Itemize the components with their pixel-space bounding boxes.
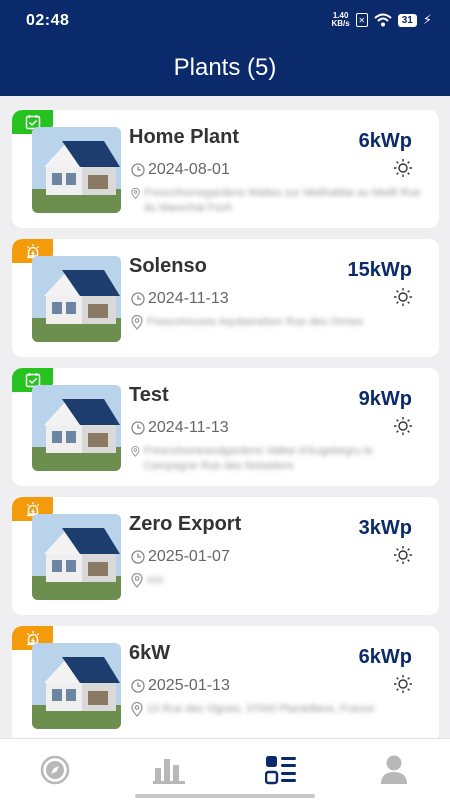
- plant-capacity: 6kWp: [358, 130, 412, 152]
- location-pin-icon: [131, 315, 143, 330]
- plant-list[interactable]: Home Plant 2024-08-01 Frescohomegardens …: [0, 96, 450, 738]
- plant-card[interactable]: Home Plant 2024-08-01 Frescohomegardens …: [12, 110, 439, 228]
- status-icons: 1.40 KB/s ✕ 31 ⚡: [332, 12, 433, 28]
- plant-address: xxx: [147, 574, 164, 586]
- wifi-icon: [374, 13, 392, 27]
- plant-capacity: 6kWp: [358, 646, 412, 668]
- page-title: Plants (5): [173, 54, 277, 81]
- plant-card[interactable]: Solenso 2024-11-13 Frescohouses Aquitain…: [12, 239, 439, 357]
- sun-icon: [394, 159, 412, 177]
- status-bar: 02:48 1.40 KB/s ✕ 31 ⚡: [0, 0, 450, 44]
- plant-name: 6kW: [129, 642, 171, 664]
- plant-date: 2024-11-13: [148, 419, 229, 436]
- plant-card[interactable]: 6kW 2025-01-13 10 Rue des Vignes, 37000 …: [12, 626, 439, 738]
- location-pin-icon: [131, 187, 140, 200]
- plant-thumbnail: [32, 514, 121, 600]
- nav-profile[interactable]: [377, 753, 411, 787]
- sim-icon: ✕: [355, 13, 368, 27]
- plant-address-row: Frescohomegardens Wattes sur Meilhabbe a…: [131, 186, 421, 216]
- plant-name: Test: [129, 384, 169, 406]
- plant-address: 10 Rue des Vignes, 37000 Plantelliere, F…: [147, 703, 375, 715]
- sun-icon: [394, 288, 412, 306]
- clock-icon: [131, 550, 145, 564]
- plant-address-row: Frescohouses Aquitainebon Rue des Ormes: [131, 315, 421, 330]
- plant-date: 2025-01-07: [148, 548, 230, 565]
- nav-plants[interactable]: [264, 753, 298, 787]
- sun-icon: [394, 417, 412, 435]
- sun-icon: [394, 675, 412, 693]
- clock: 02:48: [26, 12, 70, 29]
- plant-date: 2025-01-13: [148, 677, 230, 694]
- plant-thumbnail: [32, 256, 121, 342]
- location-pin-icon: [131, 573, 143, 588]
- nav-statistics[interactable]: [152, 753, 186, 787]
- plant-address-row: 10 Rue des Vignes, 37000 Plantelliere, F…: [131, 702, 421, 717]
- plant-date-row: 2024-11-13: [131, 419, 229, 437]
- plant-thumbnail: [32, 643, 121, 729]
- network-speed: 1.40 KB/s: [332, 12, 350, 28]
- battery-icon: 31: [397, 13, 417, 27]
- plant-date-row: 2025-01-07: [131, 548, 230, 566]
- bar-chart-icon: [153, 759, 185, 784]
- sun-icon: [394, 546, 412, 564]
- plant-address: Frescohouses Aquitainebon Rue des Ormes: [147, 316, 363, 328]
- plant-name: Solenso: [129, 255, 207, 277]
- plant-card[interactable]: Zero Export 2025-01-07 xxx 3kWp: [12, 497, 439, 615]
- plant-thumbnail: [32, 385, 121, 471]
- compass-icon: [40, 755, 70, 785]
- plant-name: Home Plant: [129, 126, 240, 148]
- list-icon: [265, 756, 296, 785]
- clock-icon: [131, 421, 145, 435]
- location-pin-icon: [131, 445, 140, 457]
- plant-date-row: 2024-08-01: [131, 161, 230, 179]
- plant-date-row: 2024-11-13: [131, 290, 229, 308]
- plant-name: Zero Export: [129, 513, 242, 535]
- plant-address-row: Frescohomeandgardens Vallee d'Augebegru …: [131, 444, 421, 474]
- plant-address-row: xxx: [131, 573, 421, 588]
- network-speed-unit: KB/s: [331, 19, 350, 28]
- plant-capacity: 15kWp: [347, 259, 412, 281]
- clock-icon: [131, 163, 145, 177]
- clock-icon: [131, 679, 145, 693]
- plant-address: Frescohomegardens Wattes sur Meilhabbe a…: [144, 187, 421, 214]
- user-icon: [381, 755, 407, 784]
- plant-address: Frescohomeandgardens Vallee d'Augebegru …: [143, 445, 373, 472]
- home-indicator[interactable]: [135, 794, 315, 798]
- bottom-nav: [0, 738, 450, 800]
- plant-thumbnail: [32, 127, 121, 213]
- plant-card[interactable]: Test 2024-11-13 Frescohomeandgardens Val…: [12, 368, 439, 486]
- app-header: 02:48 1.40 KB/s ✕ 31 ⚡ Plants (5): [0, 0, 450, 96]
- plant-date: 2024-11-13: [148, 290, 229, 307]
- clock-icon: [131, 292, 145, 306]
- plant-capacity: 3kWp: [358, 517, 412, 539]
- plant-date-row: 2025-01-13: [131, 677, 230, 695]
- nav-overview[interactable]: [38, 753, 72, 787]
- plant-date: 2024-08-01: [148, 161, 230, 178]
- location-pin-icon: [131, 702, 143, 717]
- plant-capacity: 9kWp: [358, 388, 412, 410]
- charging-icon: ⚡: [422, 12, 432, 27]
